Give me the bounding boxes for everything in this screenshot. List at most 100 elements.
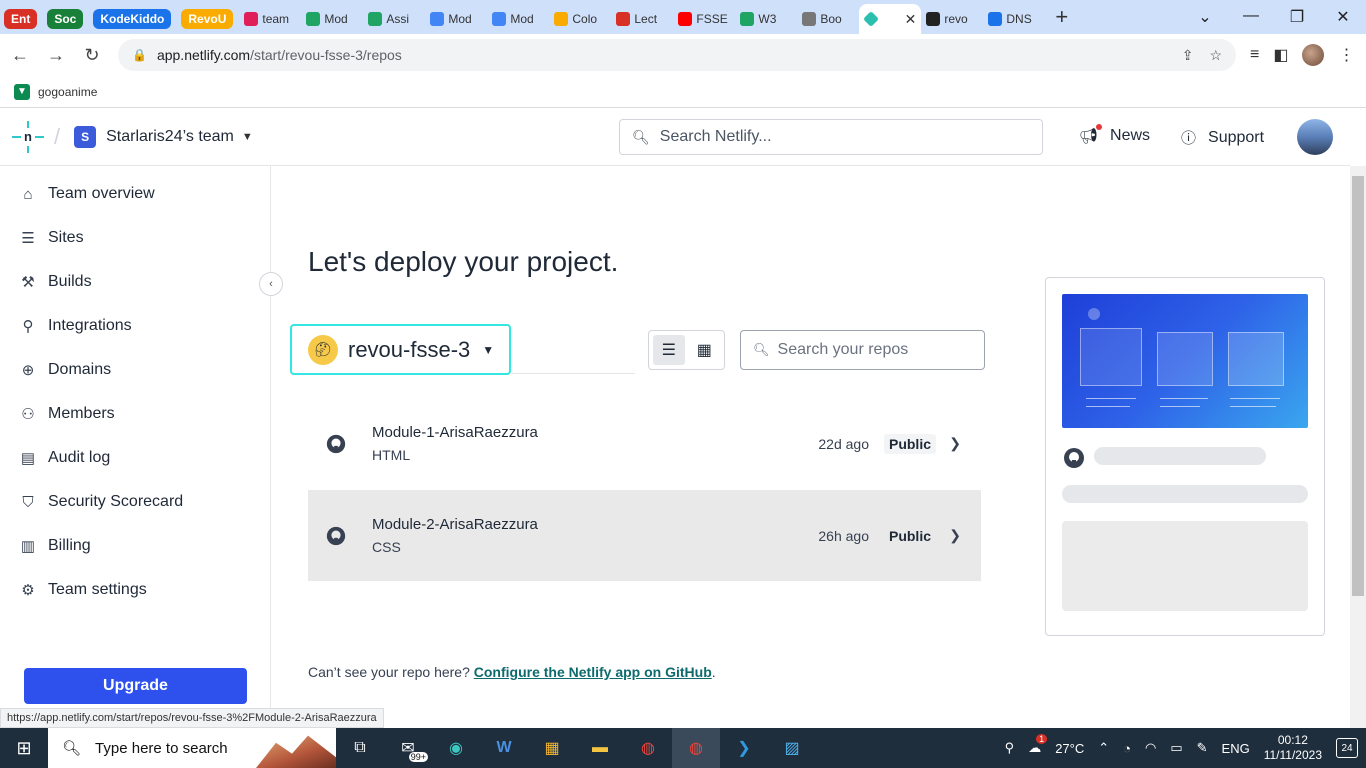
user-avatar[interactable] [1297,119,1333,155]
repo-search-placeholder: Search your repos [777,341,909,358]
sidebar-item-security-scorecard[interactable]: ⛉ Security Scorecard [0,480,270,524]
team-switcher[interactable]: Starlaris24’s team [106,128,234,146]
network-icon[interactable]: ◔ [1123,741,1131,756]
browser-tab[interactable]: Lect [611,6,673,32]
browser-tab[interactable]: team [239,6,301,32]
upgrade-button[interactable]: Upgrade [24,668,247,704]
vscode-icon[interactable]: ❯ [720,728,768,768]
bookmarks-bar: ▼ gogoanime [0,76,1366,108]
github-icon [326,434,346,453]
loading-skeleton [1062,521,1308,611]
chevron-down-icon: ▼ [482,342,495,357]
edge-icon[interactable]: ◉ [432,728,480,768]
sidebar: ⌂ Team overview ☰ Sites ⚒ Builds ⚲ Integrations… [0,166,271,728]
weather-icon[interactable]: ☁ 1 [1028,734,1048,756]
configure-github-link[interactable]: Configure the Netlify app on GitHub [474,664,712,680]
sidebar-item-members[interactable]: ⚇ Members [0,392,270,436]
tab-group-revou[interactable]: RevoU [181,9,234,29]
chrome-profile-icon[interactable]: ◍ [672,728,720,768]
browser-tab[interactable]: Assi [363,6,425,32]
browser-tab[interactable]: Colo [549,6,611,32]
windows-start-icon[interactable]: ⊞ [0,738,48,759]
github-icon [926,12,941,26]
clock[interactable]: 00:12 11/11/2023 [1264,733,1322,763]
battery-icon[interactable]: ▭ [1170,740,1182,756]
forward-button[interactable]: → [40,45,72,66]
tab-group-ent[interactable]: Ent [4,9,38,29]
back-button[interactable]: ← [4,45,36,66]
restore-button[interactable]: ❐ [1274,7,1320,27]
netlify-logo-icon[interactable]: n [12,121,44,153]
browser-tab[interactable]: Boo [797,6,859,32]
chevron-down-icon[interactable]: ▼ [242,131,253,143]
reload-button[interactable]: ↻ [76,45,108,66]
file-explorer-icon[interactable]: ▬ [576,728,624,768]
sidebar-item-team-settings[interactable]: ⚙ Team settings [0,568,270,612]
sidebar-item-team-overview[interactable]: ⌂ Team overview [0,172,270,216]
browser-tab[interactable]: Mod [301,6,363,32]
repo-row[interactable]: Module-1-ArisaRaezzura HTML 22d ago Public ❯ [308,398,981,489]
team-avatar: S [74,126,97,148]
bookmark-star-icon[interactable]: ☆ [1209,47,1222,64]
store-icon[interactable]: ▦ [528,728,576,768]
sidebar-item-sites[interactable]: ☰ Sites [0,216,270,260]
colab-icon [554,12,569,26]
tab-label: W3 [758,12,777,26]
language[interactable]: ENG [1222,741,1250,756]
grid-view-icon[interactable]: ▦ [689,335,721,365]
browser-tab[interactable]: Mod [487,6,549,32]
close-tab-icon[interactable]: ✕ [905,11,917,28]
browser-profile-avatar[interactable] [1302,44,1325,66]
tab-label: Assi [386,12,410,26]
taskbar-search[interactable]: 🔍︎ Type here to search [48,728,336,768]
repo-row[interactable]: Module-2-ArisaRaezzura CSS 26h ago Public ❯ [308,490,981,581]
page-title: Let's deploy your project. [308,246,619,277]
tab-search-icon[interactable]: ⌄ [1182,7,1228,27]
photos-icon[interactable]: ▨ [768,728,816,768]
bookmark-gogoanime[interactable]: gogoanime [38,85,97,99]
address-bar[interactable]: 🔒 app.netlify.com/start/revou-fsse-3/rep… [118,39,1236,71]
chevron-up-icon[interactable]: ⌃ [1098,740,1109,756]
list-view-icon[interactable]: ☰ [653,335,685,365]
visibility-badge: Public [883,433,936,454]
minimize-button[interactable]: — [1228,7,1274,27]
sidebar-item-audit-log[interactable]: ▤ Audit log [0,436,270,480]
word-icon[interactable]: W [480,728,528,768]
share-icon[interactable]: ⇪ [1182,47,1194,64]
deploy-illustration [1062,294,1308,428]
docs-icon [430,12,445,26]
mail-icon[interactable]: ✉ 99+ [384,728,432,768]
tab-group-kodekiddo[interactable]: KodeKiddo [93,9,172,29]
netlify-search-input[interactable]: 🔍︎ Search Netlify... [619,119,1043,155]
tab-group-soc[interactable]: Soc [47,9,84,29]
active-tab-netlify[interactable]: ✕ [859,4,922,34]
sidebar-item-builds[interactable]: ⚒ Builds [0,260,270,304]
media-queue-icon[interactable]: ≡ [1250,46,1259,64]
sidebar-item-integrations[interactable]: ⚲ Integrations [0,304,270,348]
svg-text:n: n [24,129,32,144]
news-link[interactable]: 📢︎ News [1079,124,1150,145]
support-link[interactable]: ⓘ Support [1181,127,1264,148]
people-icon[interactable]: ⚲ [1005,740,1015,756]
side-panel-icon[interactable]: ◧ [1273,45,1288,65]
browser-tab[interactable]: revo [921,6,983,32]
sidebar-item-billing[interactable]: ▥ Billing [0,524,270,568]
close-window-button[interactable]: ✕ [1320,7,1366,27]
notification-icon[interactable]: 24 [1336,738,1358,758]
search-icon: 🔍︎ [62,740,82,757]
repo-owner-select[interactable]: 🤔︎ revou-fsse-3 ▼ [290,324,511,375]
new-tab-button[interactable]: + [1045,4,1078,30]
repo-search-input[interactable]: 🔍︎ Search your repos [740,330,985,370]
vertical-scrollbar[interactable] [1350,166,1366,728]
wifi-icon[interactable]: ◠ [1145,740,1156,756]
browser-tab[interactable]: FSSE [673,6,735,32]
chrome-icon[interactable]: ◍ [624,728,672,768]
browser-tab[interactable]: DNS [983,6,1045,32]
browser-tab[interactable]: W3 [735,6,797,32]
task-view-icon[interactable]: ⧉ [336,728,384,768]
browser-tab[interactable]: Mod [425,6,487,32]
pen-icon[interactable]: ✎ [1197,740,1208,756]
menu-icon[interactable]: ⋮ [1338,45,1354,65]
scrollbar-thumb[interactable] [1352,176,1364,596]
sidebar-item-domains[interactable]: ⊕ Domains [0,348,270,392]
